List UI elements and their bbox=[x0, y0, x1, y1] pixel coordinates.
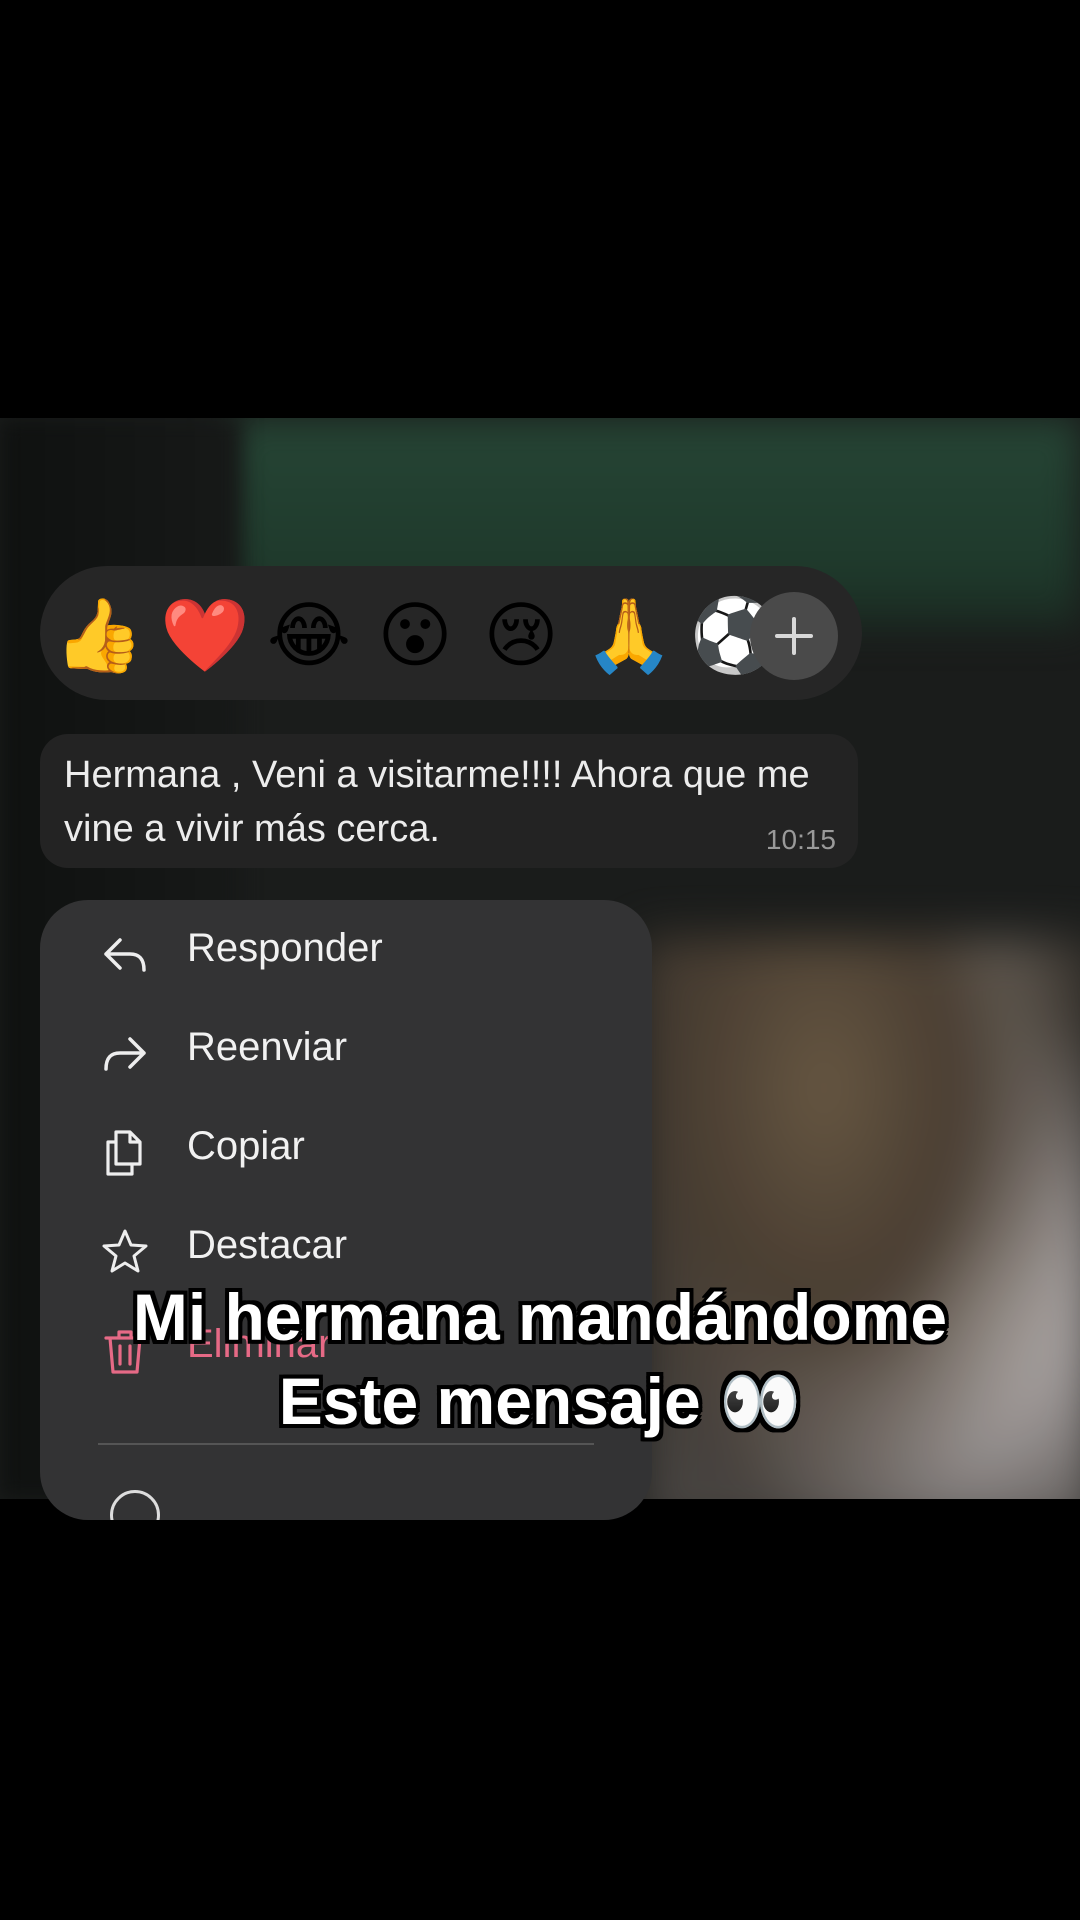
message-bubble[interactable]: Hermana , Veni a visitarme!!!! Ahora que… bbox=[40, 734, 858, 868]
caption-line-1: Mi hermana mandándome bbox=[132, 1280, 948, 1354]
eyes-emoji: 👀 bbox=[719, 1363, 802, 1440]
star-icon bbox=[102, 1229, 148, 1273]
more-reactions-button[interactable] bbox=[750, 592, 838, 680]
menu-label-responder: Responder bbox=[187, 926, 383, 970]
menu-label-copiar: Copiar bbox=[187, 1124, 305, 1168]
reply-icon bbox=[104, 938, 146, 972]
reaction-tears-of-joy[interactable]: 😂 bbox=[266, 592, 352, 678]
forward-icon bbox=[104, 1037, 146, 1071]
menu-label-destacar: Destacar bbox=[187, 1223, 348, 1267]
reaction-crying[interactable]: 😢 bbox=[478, 592, 564, 678]
partial-menu-icon bbox=[110, 1490, 160, 1520]
plus-icon bbox=[775, 617, 813, 655]
caption-line-2-wrap: Este mensaje 👀 bbox=[0, 1359, 1080, 1444]
reaction-heart[interactable]: ❤️ bbox=[160, 592, 250, 678]
copy-icon bbox=[106, 1130, 142, 1176]
reaction-bar: 👍 ❤️ 😂 😮 😢 🙏 ⚽ bbox=[40, 566, 862, 700]
menu-label-reenviar: Reenviar bbox=[187, 1025, 348, 1069]
caption-line-2: Este mensaje bbox=[278, 1364, 701, 1438]
menu-item-reenviar[interactable]: Reenviar bbox=[40, 999, 652, 1098]
menu-item-responder[interactable]: Responder bbox=[40, 900, 652, 999]
reaction-surprised[interactable]: 😮 bbox=[372, 592, 458, 678]
menu-item-copiar[interactable]: Copiar bbox=[40, 1098, 652, 1197]
message-text: Hermana , Veni a visitarme!!!! Ahora que… bbox=[64, 754, 810, 850]
message-time: 10:15 bbox=[765, 824, 836, 855]
video-caption: Mi hermana mandándome Este mensaje 👀 bbox=[0, 1275, 1080, 1444]
reaction-thumbs-up[interactable]: 👍 bbox=[54, 592, 144, 678]
reaction-praying-hands[interactable]: 🙏 bbox=[584, 592, 674, 678]
